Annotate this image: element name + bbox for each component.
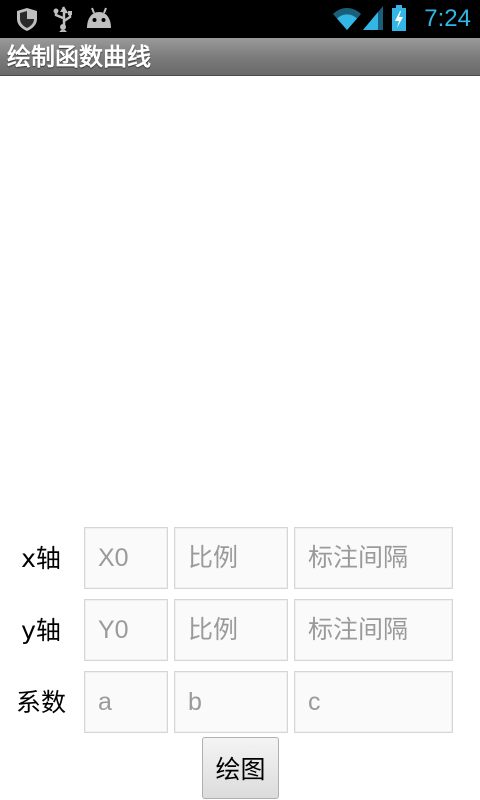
status-bar: 7:24 (0, 0, 480, 38)
status-time: 7:24 (424, 5, 471, 32)
app-title: 绘制函数曲线 (7, 43, 151, 71)
android-icon (87, 7, 111, 28)
y-scale-field[interactable] (174, 599, 288, 661)
x-axis-label: x轴 (21, 544, 61, 573)
x-interval-field[interactable] (294, 527, 453, 589)
x-origin-field[interactable] (84, 527, 168, 589)
draw-button[interactable]: 绘图 (202, 737, 279, 799)
y-scale-input[interactable] (175, 600, 287, 660)
coefficient-a-input[interactable] (85, 672, 167, 732)
signal-icon (363, 6, 383, 30)
x-scale-field[interactable] (174, 527, 288, 589)
title-bar: 绘制函数曲线 (0, 38, 480, 76)
coefficients-label: 系数 (15, 688, 66, 717)
coefficient-b-field[interactable] (174, 671, 288, 733)
battery-charging-icon (392, 5, 406, 31)
x-origin-input[interactable] (85, 528, 167, 588)
coefficient-c-field[interactable] (294, 671, 453, 733)
graph-canvas[interactable] (0, 76, 480, 516)
coefficient-c-input[interactable] (295, 672, 452, 732)
x-interval-input[interactable] (295, 528, 452, 588)
y-interval-input[interactable] (295, 600, 452, 660)
y-axis-label: y轴 (21, 616, 61, 645)
x-scale-input[interactable] (175, 528, 287, 588)
coefficient-a-field[interactable] (84, 671, 168, 733)
coefficient-b-input[interactable] (175, 672, 287, 732)
y-origin-input[interactable] (85, 600, 167, 660)
y-interval-field[interactable] (294, 599, 453, 661)
shield-icon (17, 8, 37, 31)
y-origin-field[interactable] (84, 599, 168, 661)
wifi-icon (333, 8, 361, 30)
usb-icon (53, 6, 72, 32)
